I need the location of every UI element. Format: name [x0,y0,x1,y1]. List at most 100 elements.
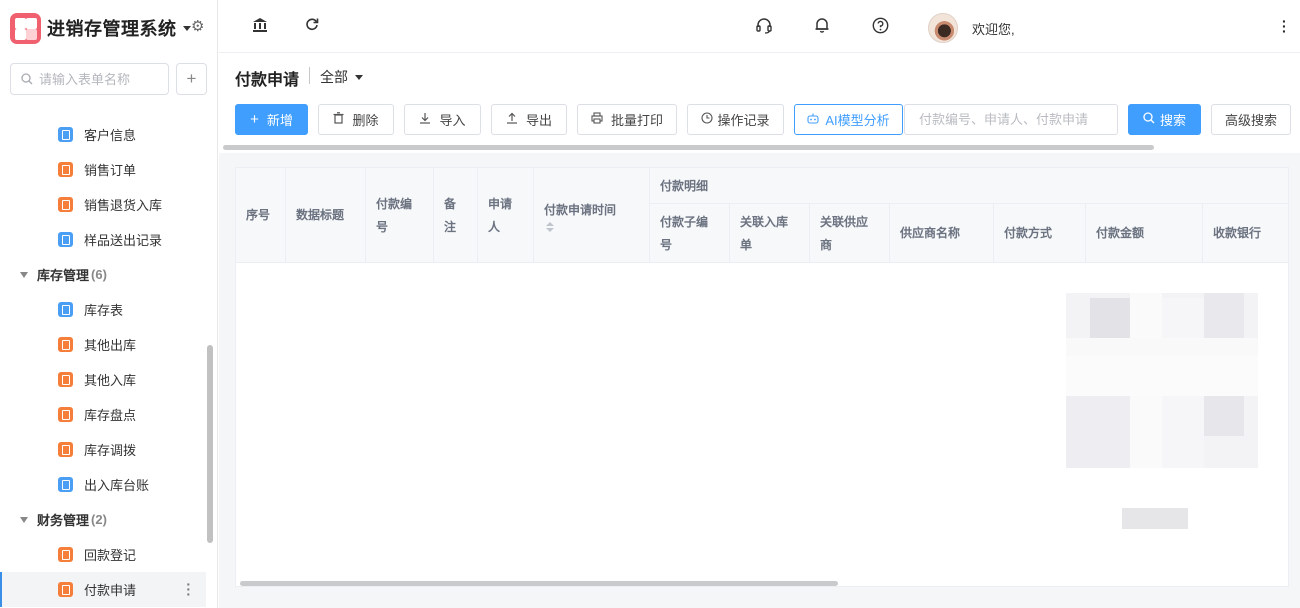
batch-print-button[interactable]: 批量打印 [577,104,677,135]
export-button[interactable]: 导出 [491,104,567,135]
advanced-search-button[interactable]: 高级搜索 [1211,104,1291,135]
column-header-supplier[interactable]: 关联供应商 [810,204,890,263]
form-icon [58,407,73,422]
more-options-icon[interactable]: · · · [186,577,191,601]
app-logo-icon [10,12,41,44]
sidebar-item[interactable]: 回款登记 [0,537,206,572]
refresh-icon[interactable] [303,17,321,35]
empty-state-text [1122,508,1188,529]
sidebar-item[interactable]: 库存表 [0,292,206,327]
operation-log-button[interactable]: 操作记录 [687,104,784,135]
chevron-down-icon [355,74,363,80]
operation-log-label: 操作记录 [717,113,770,128]
sidebar-item[interactable]: 出入库台账 [0,467,206,502]
column-header-applicant[interactable]: 申请人 [478,168,534,263]
form-search-field[interactable] [10,63,169,95]
column-group-payment-detail: 付款明细 [650,168,1288,204]
ai-analysis-button[interactable]: AI模型分析 [794,104,903,135]
sidebar-group-finance[interactable]: 财务管理 (2) [0,502,206,537]
column-header-apply-time[interactable]: 付款申请时间 [534,168,650,263]
form-icon [58,337,73,352]
sidebar-scrollbar[interactable] [207,345,213,543]
data-table: 序号 数据标题 付款编号 备注 申请人 付款申请时间 付款明细 付款子编号 关联… [235,167,1289,587]
view-filter-select[interactable]: 全部 [320,67,363,87]
sidebar-item[interactable]: 库存盘点 [0,397,206,432]
column-header-seq[interactable]: 序号 [236,168,286,263]
expand-caret-icon [20,516,28,523]
table-header: 序号 数据标题 付款编号 备注 申请人 付款申请时间 付款明细 付款子编号 关联… [236,168,1288,263]
column-header-remark[interactable]: 备注 [434,168,478,263]
search-icon [1143,112,1155,127]
sidebar-item[interactable]: 其他入库 [0,362,206,397]
sidebar-group-inventory[interactable]: 库存管理 (6) [0,257,206,292]
form-icon [58,477,73,492]
add-button-label: 新增 [266,113,293,128]
more-menu-icon[interactable]: · · · [1282,14,1287,38]
add-form-button[interactable]: + [176,63,207,95]
sidebar-item[interactable]: 销售退货入库 [0,187,206,222]
sidebar-item[interactable]: 其他出库 [0,327,206,362]
column-header-pay-method[interactable]: 付款方式 [994,204,1086,263]
sidebar-item-label: 销售退货入库 [84,198,163,213]
column-header-sub-no[interactable]: 付款子编号 [650,204,730,263]
sidebar-item-label: 库存盘点 [84,408,137,423]
delete-button[interactable]: 删除 [318,104,394,135]
form-icon [58,127,73,142]
sidebar-item-active[interactable]: 付款申请 · · · [0,572,206,607]
sidebar-group-label: 财务管理 [37,513,90,528]
column-header-supplier-name[interactable]: 供应商名称 [890,204,994,263]
bank-icon[interactable] [251,17,269,35]
sidebar-group-count: (6) [91,267,107,282]
delete-button-label: 删除 [352,113,379,128]
sidebar-item[interactable]: 销售订单 [0,152,206,187]
sidebar-item-label: 其他入库 [84,373,137,388]
form-icon [58,442,73,457]
ai-analysis-label: AI模型分析 [825,113,890,128]
upload-icon [506,112,518,127]
column-header-inbound[interactable]: 关联入库单 [730,204,810,263]
title-divider [309,67,310,84]
sidebar-item-label: 客户信息 [84,128,137,143]
bell-icon[interactable] [813,17,831,35]
settings-gear-icon[interactable]: ⚙ [191,19,207,35]
form-icon [58,162,73,177]
toolbar-scrollbar[interactable] [223,145,1154,150]
help-icon[interactable] [871,17,889,35]
app-brand[interactable]: 进销存管理系统 [10,12,191,44]
sidebar-item[interactable]: 库存调拨 [0,432,206,467]
sidebar-item-label: 库存调拨 [84,443,137,458]
download-icon [419,112,431,127]
sidebar-item-label: 样品送出记录 [84,233,163,248]
sidebar-item[interactable]: 样品送出记录 [0,222,206,257]
batch-print-label: 批量打印 [610,113,663,128]
form-icon [58,582,73,597]
sidebar-item[interactable]: 客户信息 [0,117,206,152]
column-header-bank[interactable]: 收款银行 [1203,204,1288,263]
column-header-pay-no[interactable]: 付款编号 [366,168,434,263]
sidebar-item-label: 库存表 [84,303,124,318]
user-avatar[interactable] [928,13,958,43]
search-icon [21,73,33,85]
headset-icon[interactable] [755,17,773,35]
search-field[interactable] [904,104,1118,135]
empty-state-image [1066,293,1258,468]
add-button[interactable]: + 新增 [235,104,308,135]
top-bar: 欢迎您, · · · [219,0,1300,53]
table-scrollbar[interactable] [240,581,838,586]
import-button[interactable]: 导入 [404,104,481,135]
form-search-input[interactable] [39,71,159,87]
app-title: 进销存管理系统 [47,19,177,39]
sort-icon[interactable] [546,222,616,232]
sidebar-item-label: 回款登记 [84,548,137,563]
robot-icon [807,113,819,127]
sidebar-group-count: (2) [91,512,107,527]
form-icon [58,302,73,317]
search-button[interactable]: 搜索 [1128,104,1201,135]
app-switch-caret-icon[interactable] [182,25,191,31]
column-header-amount[interactable]: 付款金额 [1086,204,1203,263]
sidebar-item-label: 付款申请 [84,583,137,598]
trash-icon [333,112,344,127]
column-header-data-title[interactable]: 数据标题 [286,168,366,263]
sidebar-group-label: 库存管理 [37,268,90,283]
search-input[interactable] [919,112,1114,127]
